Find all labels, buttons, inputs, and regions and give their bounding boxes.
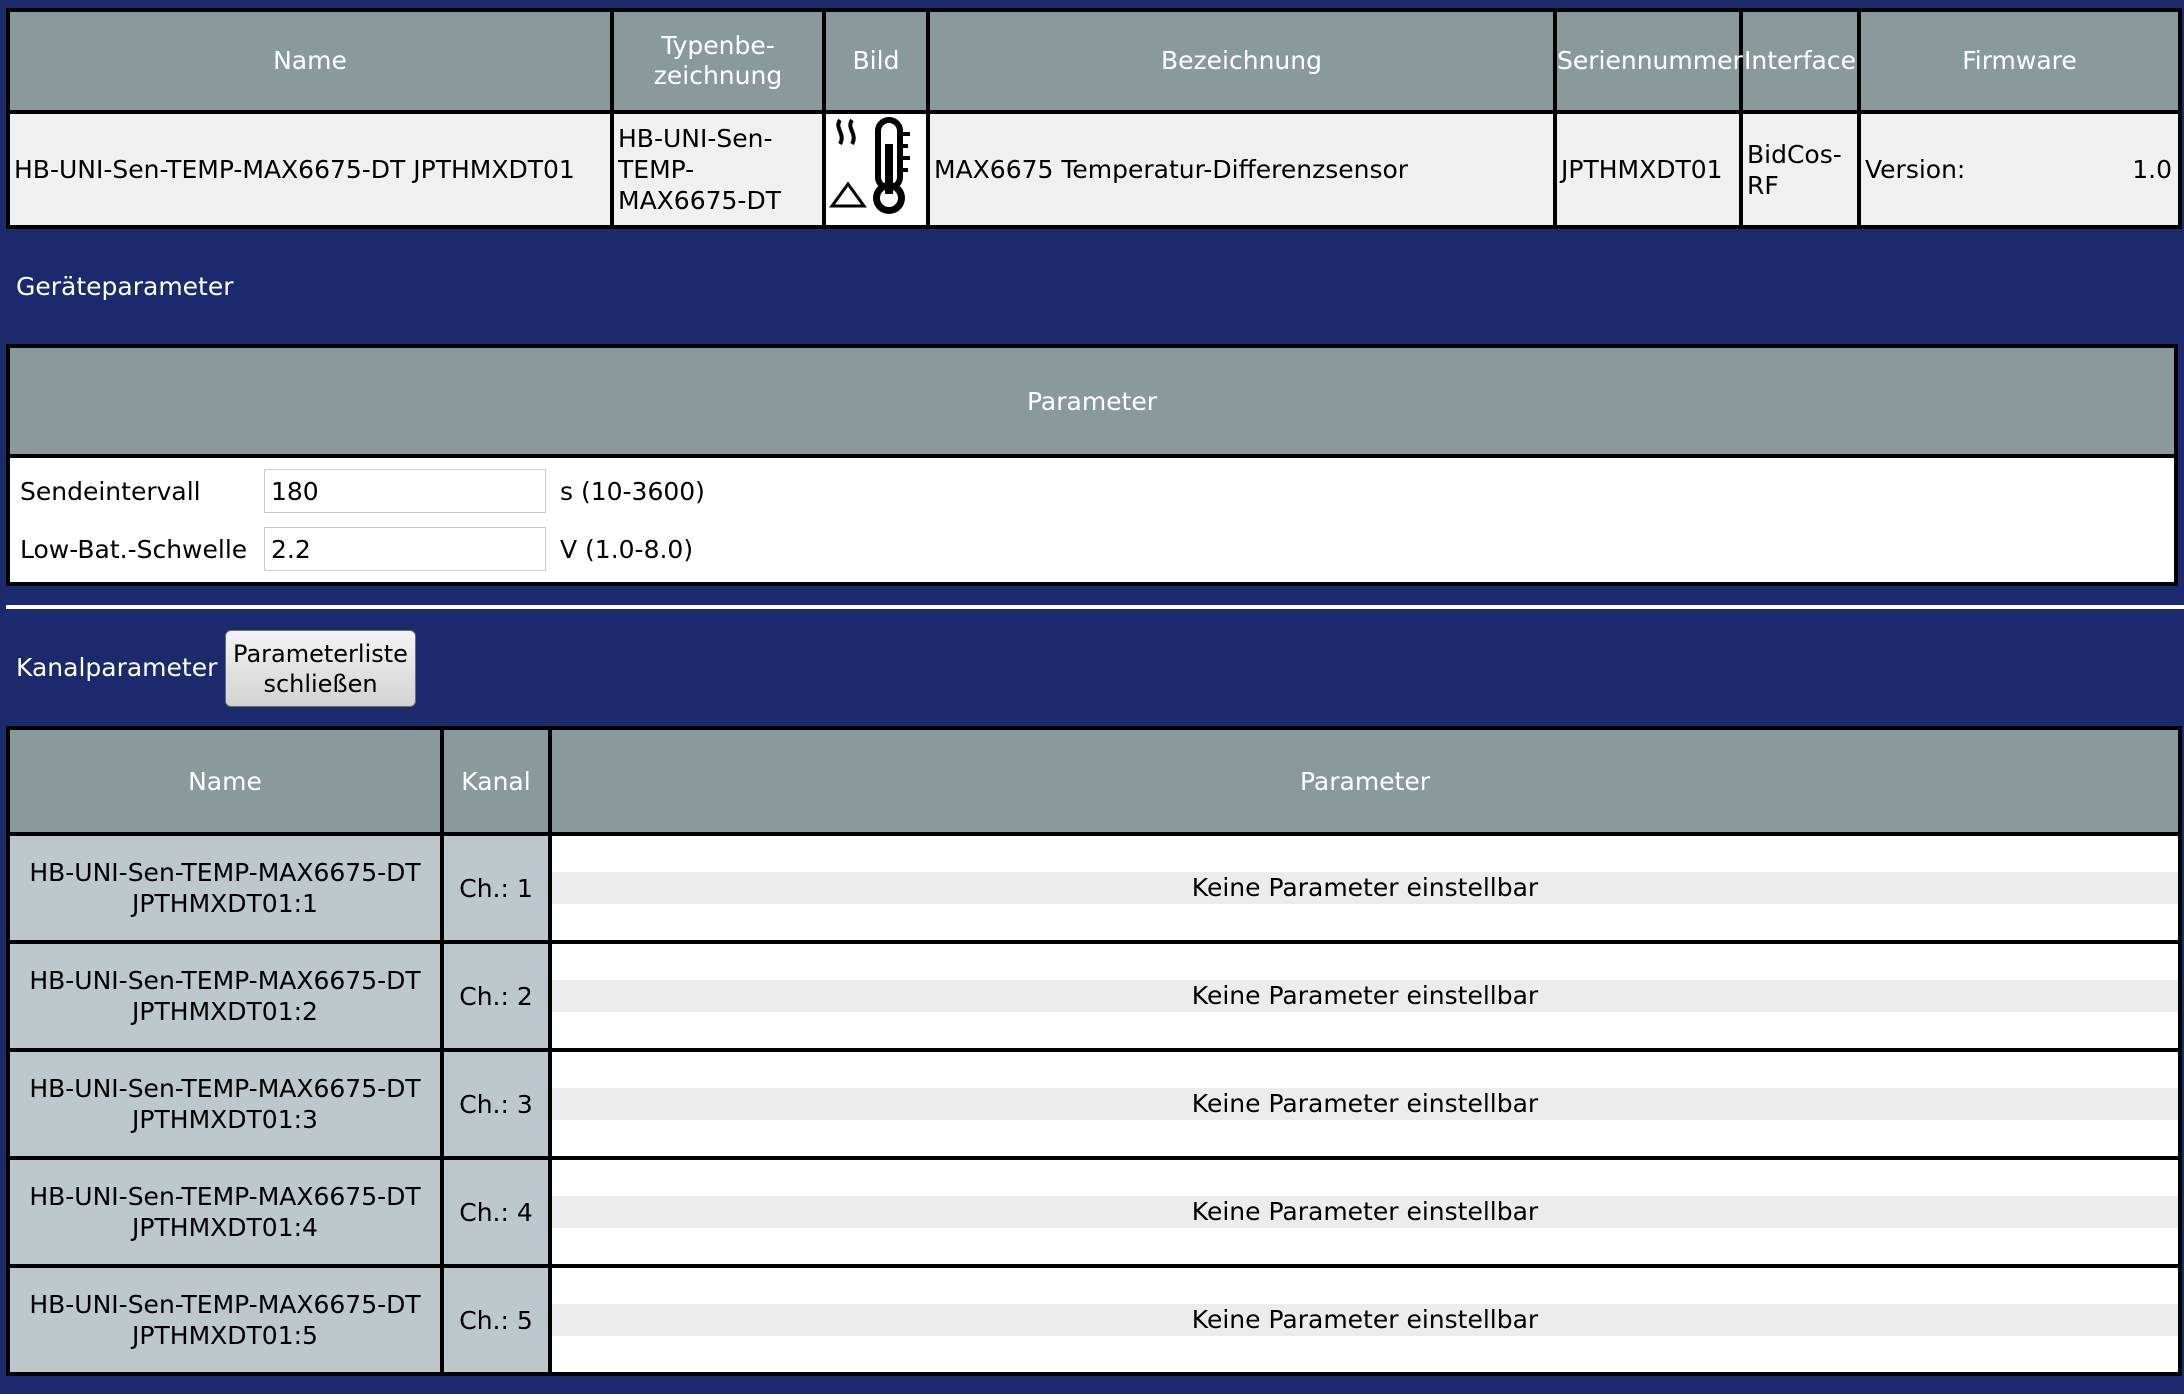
device-name: HB-UNI-Sen-TEMP-MAX6675-DT JPTHMXDT01 (6, 110, 614, 229)
low-bat-label: Low-Bat.-Schwelle (20, 534, 248, 564)
device-params-panel: Parameter Sendeintervall s (10-3600) Low… (6, 344, 2178, 586)
close-param-list-button[interactable]: Parameterliste schließen (225, 630, 416, 707)
param-row-send-interval: Sendeintervall s (10-3600) (20, 468, 705, 514)
channel-parameter: Keine Parameter einstellbar (548, 1264, 2182, 1376)
channel-name: HB-UNI-Sen-TEMP-MAX6675-DT JPTHMXDT01:2 (6, 940, 444, 1052)
firmware-label: Version: (1865, 155, 1966, 184)
channel-parameter-text: Keine Parameter einstellbar (552, 872, 2178, 904)
col-header-name: Name (6, 8, 614, 114)
send-interval-input[interactable] (264, 469, 546, 513)
device-table: Name Typenbe- zeichnung Bild Bezeichnung… (6, 8, 2182, 229)
channel-col-parameter: Parameter (548, 726, 2182, 836)
param-row-low-bat: Low-Bat.-Schwelle V (1.0-8.0) (20, 526, 693, 572)
channel-parameter-text: Keine Parameter einstellbar (552, 1088, 2178, 1120)
device-description: MAX6675 Temperatur-Differenzsensor (926, 110, 1557, 229)
device-type: HB-UNI-Sen-TEMP-MAX6675-DT (610, 110, 826, 229)
device-params-title: Geräteparameter (16, 272, 234, 301)
col-header-type-text: Typenbe- zeichnung (653, 31, 783, 90)
section-divider (6, 605, 2184, 609)
col-header-serial: Seriennummer (1553, 8, 1743, 114)
channel-row[interactable]: HB-UNI-Sen-TEMP-MAX6675-DT JPTHMXDT01:1 … (6, 832, 2182, 944)
channel-parameter-text: Keine Parameter einstellbar (552, 980, 2178, 1012)
col-header-firmware: Firmware (1857, 8, 2182, 114)
channel-row[interactable]: HB-UNI-Sen-TEMP-MAX6675-DT JPTHMXDT01:3 … (6, 1048, 2182, 1160)
thermometer-heat-icon (828, 117, 924, 223)
channel-number: Ch.: 4 (440, 1156, 552, 1268)
channel-row[interactable]: HB-UNI-Sen-TEMP-MAX6675-DT JPTHMXDT01:2 … (6, 940, 2182, 1052)
firmware-info: Version: 1.0 (1865, 154, 2176, 185)
channel-name: HB-UNI-Sen-TEMP-MAX6675-DT JPTHMXDT01:3 (6, 1048, 444, 1160)
device-serial: JPTHMXDT01 (1553, 110, 1743, 229)
channel-name: HB-UNI-Sen-TEMP-MAX6675-DT JPTHMXDT01:1 (6, 832, 444, 944)
col-header-description: Bezeichnung (926, 8, 1557, 114)
channel-parameter-text: Keine Parameter einstellbar (552, 1304, 2178, 1336)
device-interface: BidCos-RF (1739, 110, 1861, 229)
channel-parameter: Keine Parameter einstellbar (548, 1156, 2182, 1268)
firmware-version: 1.0 (2132, 155, 2172, 184)
send-interval-unit: s (10-3600) (560, 476, 705, 506)
channel-parameter-text: Keine Parameter einstellbar (552, 1196, 2178, 1228)
channel-name: HB-UNI-Sen-TEMP-MAX6675-DT JPTHMXDT01:5 (6, 1264, 444, 1376)
channel-number: Ch.: 2 (440, 940, 552, 1052)
channel-parameter: Keine Parameter einstellbar (548, 940, 2182, 1052)
device-image (822, 110, 930, 229)
device-params-header: Parameter (10, 348, 2174, 458)
col-header-interface: Interface (1739, 8, 1861, 114)
channel-col-channel: Kanal (440, 726, 552, 836)
channel-table: Name Kanal Parameter HB-UNI-Sen-TEMP-MAX… (6, 726, 2182, 1376)
channel-number: Ch.: 5 (440, 1264, 552, 1376)
channel-row[interactable]: HB-UNI-Sen-TEMP-MAX6675-DT JPTHMXDT01:4 … (6, 1156, 2182, 1268)
channel-col-name: Name (6, 726, 444, 836)
channel-params-title: Kanalparameter (16, 653, 218, 682)
send-interval-label: Sendeintervall (20, 476, 201, 506)
device-row[interactable]: HB-UNI-Sen-TEMP-MAX6675-DT JPTHMXDT01 HB… (6, 110, 2182, 229)
channel-row[interactable]: HB-UNI-Sen-TEMP-MAX6675-DT JPTHMXDT01:5 … (6, 1264, 2182, 1376)
low-bat-input[interactable] (264, 527, 546, 571)
low-bat-unit: V (1.0-8.0) (560, 534, 694, 564)
device-firmware: Version: 1.0 (1857, 110, 2182, 229)
device-table-header: Name Typenbe- zeichnung Bild Bezeichnung… (6, 8, 2182, 114)
channel-parameter: Keine Parameter einstellbar (548, 1048, 2182, 1160)
col-header-type: Typenbe- zeichnung (610, 8, 826, 114)
channel-parameter: Keine Parameter einstellbar (548, 832, 2182, 944)
col-header-image: Bild (822, 8, 930, 114)
channel-number: Ch.: 3 (440, 1048, 552, 1160)
channel-table-header: Name Kanal Parameter (6, 726, 2182, 836)
channel-number: Ch.: 1 (440, 832, 552, 944)
channel-name: HB-UNI-Sen-TEMP-MAX6675-DT JPTHMXDT01:4 (6, 1156, 444, 1268)
